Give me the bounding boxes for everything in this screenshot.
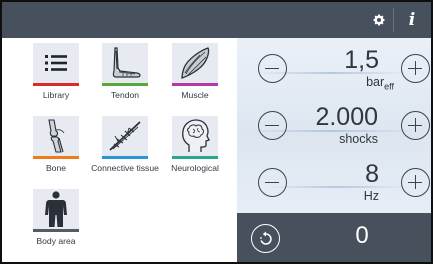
frequency-row: 8 Hz xyxy=(237,152,431,210)
tile-label: Body area xyxy=(36,236,76,246)
settings-button[interactable] xyxy=(365,6,393,34)
shocks-unit: shocks xyxy=(339,132,378,146)
pressure-unit: bareff xyxy=(366,75,394,92)
frequency-unit: Hz xyxy=(363,189,379,203)
frequency-decrease-button[interactable] xyxy=(258,168,287,197)
pressure-row: 1,5 bareff xyxy=(237,38,431,96)
app-window: i Library Tendon Muscle Bone Connective … xyxy=(0,0,433,264)
tile-body-area[interactable]: Body area xyxy=(23,186,89,256)
shocks-row: 2.000 shocks xyxy=(237,95,431,153)
color-bar-muscle xyxy=(172,83,218,86)
info-icon: i xyxy=(408,10,416,30)
shock-counter-value: 0 xyxy=(355,222,369,249)
tile-label: Muscle xyxy=(181,90,209,100)
tile-neurological[interactable]: Neurological xyxy=(162,113,228,183)
color-bar-neurological xyxy=(172,156,218,159)
tile-muscle[interactable]: Muscle xyxy=(162,40,228,110)
body-silhouette-icon xyxy=(45,191,67,227)
tile-label: Neurological xyxy=(171,163,219,173)
color-bar-library xyxy=(33,83,79,86)
reset-counter-button[interactable] xyxy=(251,224,280,253)
counter-bar: 0 xyxy=(237,213,431,262)
muscle-icon xyxy=(181,47,210,79)
shocks-value: 2.000 xyxy=(315,103,378,131)
top-bar: i xyxy=(2,2,431,38)
color-bar-body-area xyxy=(33,229,79,232)
connective-tissue-icon xyxy=(109,121,141,151)
color-bar-connective-tissue xyxy=(102,156,148,159)
color-bar-bone xyxy=(33,156,79,159)
indication-library-grid: Library Tendon Muscle Bone Connective ti… xyxy=(2,38,237,262)
reset-counter-icon xyxy=(259,231,272,245)
tendon-foot-icon xyxy=(112,47,141,78)
toolbar-divider xyxy=(393,8,394,32)
shocks-increase-button[interactable] xyxy=(401,111,430,140)
pressure-increase-button[interactable] xyxy=(401,54,430,83)
color-bar-tendon xyxy=(102,83,148,86)
gear-icon xyxy=(373,14,385,26)
info-button[interactable]: i xyxy=(398,6,426,34)
list-icon xyxy=(45,55,67,71)
pressure-value: 1,5 xyxy=(344,46,379,74)
knee-bone-icon xyxy=(48,119,65,153)
head-brain-icon xyxy=(182,119,210,152)
pressure-decrease-button[interactable] xyxy=(258,54,287,83)
frequency-value: 8 xyxy=(365,160,379,188)
frequency-increase-button[interactable] xyxy=(401,168,430,197)
parameter-panel: 1,5 bareff 2.000 shocks 8 Hz 0 xyxy=(237,38,431,262)
